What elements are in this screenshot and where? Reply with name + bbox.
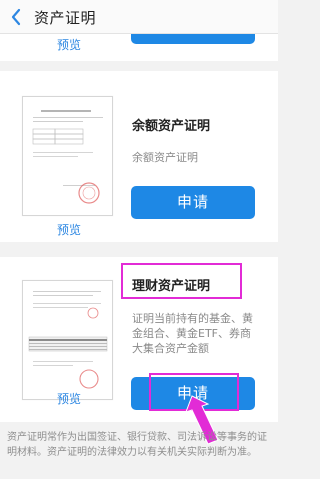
card-description: 证明当前持有的基金、黄金组合、黄金ETF、券商大集合资产金额 <box>132 312 253 355</box>
back-arrow-icon[interactable] <box>10 8 22 26</box>
document-thumbnail-image <box>28 291 108 389</box>
title-highlight-box <box>121 263 242 299</box>
footer-note: 资产证明常作为出国签证、银行贷款、司法诉讼等事务的证明材料。资产证明的法律效力以… <box>7 432 267 458</box>
card-title: 余额资产证明 <box>132 119 211 134</box>
document-thumbnail[interactable] <box>22 96 113 216</box>
preview-link[interactable]: 预览 <box>57 390 81 407</box>
document-thumbnail-image <box>32 110 103 204</box>
nav-header: 资产证明 <box>0 0 278 34</box>
apply-button-partial[interactable] <box>131 34 255 44</box>
apply-button[interactable]: 申请 <box>131 186 255 219</box>
asset-card-top: 预览 <box>0 34 278 61</box>
card-description: 余额资产证明 <box>132 151 198 164</box>
page-title: 资产证明 <box>34 9 97 27</box>
document-thumbnail[interactable] <box>22 280 113 400</box>
preview-link[interactable]: 预览 <box>57 221 81 238</box>
preview-link[interactable]: 预览 <box>57 36 81 53</box>
asset-card-balance: 余额资产证明 余额资产证明 申请 预览 <box>0 71 278 242</box>
